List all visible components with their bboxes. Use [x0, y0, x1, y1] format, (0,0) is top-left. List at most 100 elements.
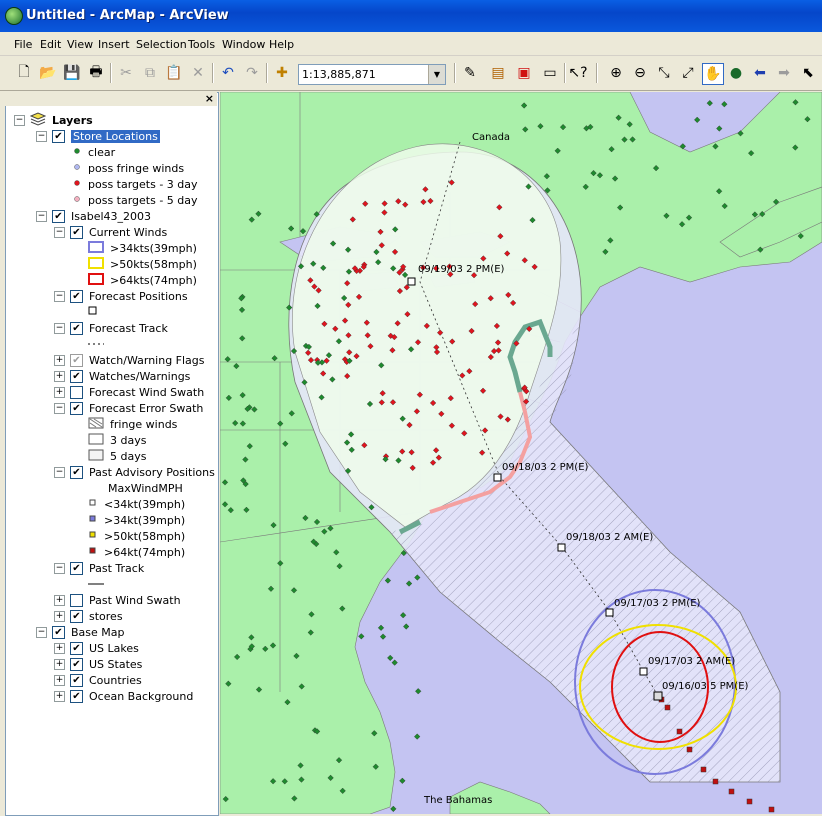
expand-icon[interactable]: +: [54, 594, 65, 606]
layer-name[interactable]: Base Map: [71, 626, 125, 639]
visibility-checkbox[interactable]: ✔: [70, 225, 83, 239]
visibility-checkbox[interactable]: ✔: [70, 289, 83, 303]
arccatalog-icon[interactable]: ▤: [488, 63, 508, 83]
toc-layer-past-track[interactable]: − ✔ Past Track: [54, 560, 144, 576]
map-display[interactable]: Canada The Bahamas 09/19/03 2 PM(E) 09/1…: [220, 92, 822, 814]
next-extent-icon[interactable]: ➡: [774, 63, 794, 83]
toc-layer-forecast-positions[interactable]: − ✔ Forecast Positions: [54, 288, 188, 304]
toc-layer-past-advisory-positions[interactable]: − ✔ Past Advisory Positions: [54, 464, 215, 480]
new-document-icon[interactable]: 🗋: [14, 63, 34, 83]
add-data-icon[interactable]: ✚: [272, 63, 292, 83]
visibility-checkbox[interactable]: [70, 593, 83, 607]
zoom-out-icon[interactable]: ⊖: [630, 63, 650, 83]
visibility-checkbox[interactable]: ✔: [70, 561, 83, 575]
visibility-checkbox[interactable]: ✔: [52, 209, 65, 223]
visibility-checkbox[interactable]: ✔: [70, 321, 83, 335]
command-line-icon[interactable]: ▭: [540, 63, 560, 83]
select-features-icon[interactable]: ⬉: [798, 63, 818, 83]
toc-layer-store-locations[interactable]: − ✔ Store Locations: [36, 128, 160, 144]
layer-name[interactable]: Current Winds: [89, 226, 167, 239]
toc-layer-watches-warnings[interactable]: + ✔ Watches/Warnings: [54, 368, 190, 384]
collapse-icon[interactable]: −: [36, 626, 47, 638]
toc-layers-root[interactable]: − Layers: [14, 111, 93, 128]
layer-name[interactable]: Past Track: [89, 562, 144, 575]
layer-name[interactable]: Past Advisory Positions: [89, 466, 215, 479]
fixed-zoom-out-icon[interactable]: ⤢: [678, 63, 698, 83]
menu-insert[interactable]: Insert: [98, 38, 130, 51]
map-scale-combobox[interactable]: 1:13,885,871 ▼: [298, 64, 446, 85]
menu-edit[interactable]: Edit: [40, 38, 61, 51]
toc-layer-countries[interactable]: + ✔ Countries: [54, 672, 142, 688]
layer-name[interactable]: Forecast Track: [89, 322, 168, 335]
map-canvas[interactable]: Canada The Bahamas 09/19/03 2 PM(E) 09/1…: [220, 92, 822, 814]
chevron-down-icon[interactable]: ▼: [428, 65, 445, 84]
arctoolbox-icon[interactable]: ▣: [514, 63, 534, 83]
menu-window[interactable]: Window: [222, 38, 265, 51]
visibility-checkbox[interactable]: ✔: [70, 353, 83, 367]
toc-layer-us-states[interactable]: + ✔ US States: [54, 656, 142, 672]
layer-name[interactable]: Forecast Wind Swath: [89, 386, 204, 399]
collapse-icon[interactable]: −: [54, 402, 65, 414]
collapse-icon[interactable]: −: [36, 210, 47, 222]
layer-name[interactable]: US Lakes: [89, 642, 139, 655]
layer-name[interactable]: US States: [89, 658, 142, 671]
menu-file[interactable]: File: [14, 38, 32, 51]
save-icon[interactable]: 💾: [62, 63, 82, 83]
collapse-icon[interactable]: −: [36, 130, 47, 142]
collapse-icon[interactable]: −: [14, 114, 25, 126]
visibility-checkbox[interactable]: ✔: [70, 657, 83, 671]
toc-layer-group-isabel[interactable]: − ✔ Isabel43_2003: [36, 208, 151, 224]
close-icon[interactable]: ×: [205, 92, 214, 105]
toc-layer-watch-warning-flags[interactable]: + ✔ Watch/Warning Flags: [54, 352, 205, 368]
toc-layer-forecast-error-swath[interactable]: − ✔ Forecast Error Swath: [54, 400, 203, 416]
layer-name[interactable]: Ocean Background: [89, 690, 193, 703]
toc-layer-group-base-map[interactable]: − ✔ Base Map: [36, 624, 125, 640]
layer-name[interactable]: Isabel43_2003: [71, 210, 151, 223]
copy-icon[interactable]: ⧉: [140, 63, 160, 83]
layer-name[interactable]: Store Locations: [71, 129, 160, 143]
toc-layer-forecast-wind-swath[interactable]: + Forecast Wind Swath: [54, 384, 204, 400]
open-folder-icon[interactable]: 📂: [38, 63, 58, 83]
undo-icon[interactable]: ↶: [218, 63, 238, 83]
collapse-icon[interactable]: −: [54, 226, 65, 238]
layer-name[interactable]: Watch/Warning Flags: [89, 354, 205, 367]
delete-icon[interactable]: ✕: [188, 63, 208, 83]
paste-icon[interactable]: 📋: [164, 63, 184, 83]
cut-icon[interactable]: ✂: [116, 63, 136, 83]
print-icon[interactable]: 🖶: [86, 63, 106, 83]
visibility-checkbox[interactable]: ✔: [70, 641, 83, 655]
layer-name[interactable]: Past Wind Swath: [89, 594, 181, 607]
redo-icon[interactable]: ↷: [242, 63, 262, 83]
layer-name[interactable]: Forecast Error Swath: [89, 402, 203, 415]
whats-this-help-icon[interactable]: ↖?: [568, 63, 588, 83]
visibility-checkbox[interactable]: ✔: [52, 129, 65, 143]
collapse-icon[interactable]: −: [54, 290, 65, 302]
toc-layer-us-lakes[interactable]: + ✔ US Lakes: [54, 640, 139, 656]
visibility-checkbox[interactable]: ✔: [70, 401, 83, 415]
layer-name[interactable]: Forecast Positions: [89, 290, 188, 303]
expand-icon[interactable]: +: [54, 658, 65, 670]
toc-layer-past-wind-swath[interactable]: + Past Wind Swath: [54, 592, 181, 608]
layer-name[interactable]: stores: [89, 610, 123, 623]
expand-icon[interactable]: +: [54, 610, 65, 622]
expand-icon[interactable]: +: [54, 370, 65, 382]
expand-icon[interactable]: +: [54, 674, 65, 686]
toc-layer-stores[interactable]: + ✔ stores: [54, 608, 123, 624]
full-extent-icon[interactable]: ●: [726, 63, 746, 83]
editor-toolbar-icon[interactable]: ✎: [460, 63, 480, 83]
previous-extent-icon[interactable]: ⬅: [750, 63, 770, 83]
pan-icon[interactable]: ✋: [702, 63, 724, 85]
visibility-checkbox[interactable]: ✔: [70, 609, 83, 623]
zoom-in-icon[interactable]: ⊕: [606, 63, 626, 83]
menu-help[interactable]: Help: [269, 38, 294, 51]
fixed-zoom-in-icon[interactable]: ⤡: [654, 63, 674, 83]
visibility-checkbox[interactable]: ✔: [70, 465, 83, 479]
expand-icon[interactable]: +: [54, 386, 65, 398]
visibility-checkbox[interactable]: ✔: [70, 689, 83, 703]
visibility-checkbox[interactable]: ✔: [70, 673, 83, 687]
toc-layer-forecast-track[interactable]: − ✔ Forecast Track: [54, 320, 168, 336]
collapse-icon[interactable]: −: [54, 322, 65, 334]
layer-name[interactable]: Watches/Warnings: [89, 370, 190, 383]
layer-name[interactable]: Countries: [89, 674, 142, 687]
menu-selection[interactable]: Selection: [136, 38, 187, 51]
